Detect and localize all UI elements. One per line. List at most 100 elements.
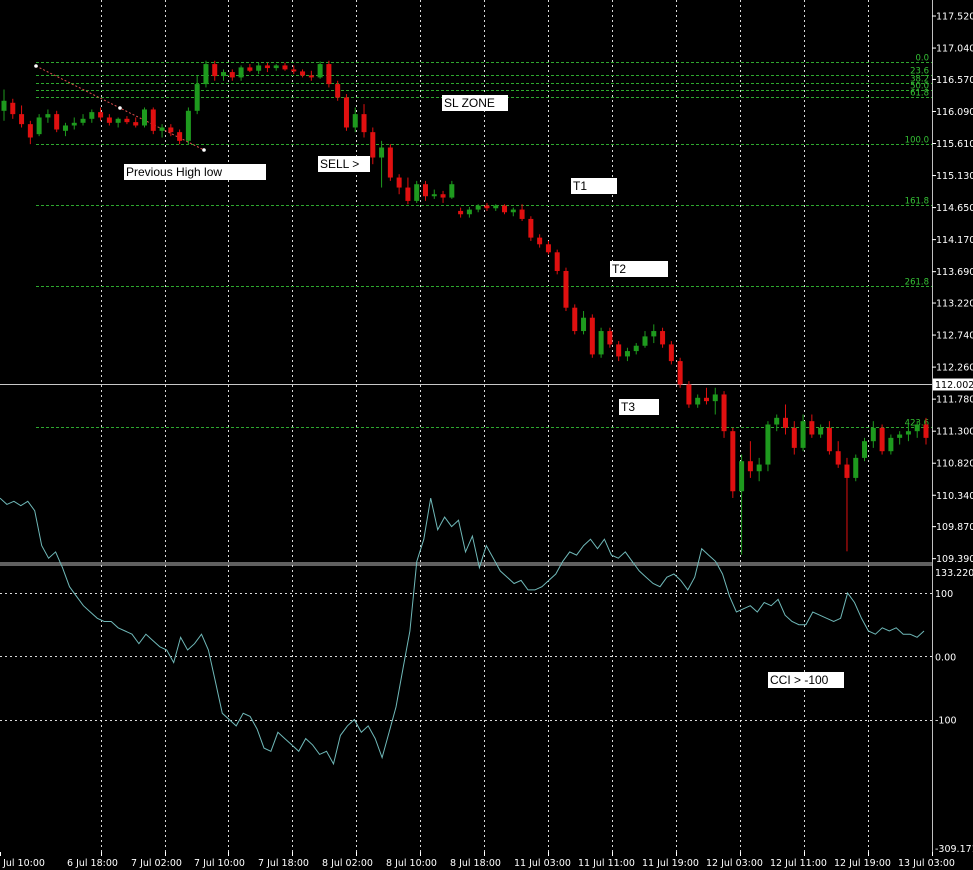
time-axis-label: 7 Jul 18:00: [258, 858, 309, 869]
candle-body: [747, 461, 753, 472]
candle-body: [581, 317, 587, 332]
time-axis-label: 11 Jul 03:00: [514, 858, 571, 869]
current-price-label: 112.002: [935, 380, 973, 391]
candle-body: [221, 72, 227, 77]
candle-body: [36, 117, 42, 135]
candle-body: [554, 252, 560, 271]
candle-body: [853, 457, 859, 478]
candle-body: [572, 307, 578, 332]
candle-body: [739, 461, 745, 492]
price-axis-label: 110.820: [936, 459, 973, 470]
candle-body: [370, 132, 376, 158]
candle-body: [466, 209, 472, 215]
candle-body: [624, 351, 630, 357]
candle-body: [563, 270, 569, 308]
time-axis-label: 8 Jul 02:00: [322, 858, 373, 869]
candle-body: [703, 397, 709, 402]
candle-body: [835, 451, 841, 465]
candle-body: [203, 64, 209, 85]
fibonacci-level-label: 0.0: [915, 54, 929, 64]
price-axis-label: 109.390: [936, 554, 973, 565]
candle: [677, 357, 683, 388]
candle-body: [519, 209, 525, 219]
candle-body: [502, 205, 508, 213]
fibonacci-level-label: 61.8: [910, 89, 929, 99]
candle-body: [677, 361, 683, 385]
candle-body: [695, 397, 701, 405]
candle-body: [300, 71, 306, 76]
time-axis-label: 7 Jul 10:00: [194, 858, 245, 869]
candle-body: [317, 64, 323, 78]
cci-axis-label: 100: [935, 589, 953, 600]
candle-body: [721, 394, 727, 432]
candle-body: [352, 114, 358, 128]
price-axis-label: 114.650: [936, 203, 973, 214]
candle-body: [537, 237, 543, 245]
candle: [686, 381, 692, 408]
time-axis-label: 8 Jul 10:00: [386, 858, 437, 869]
price-axis-label: 113.690: [936, 267, 973, 278]
candle-body: [589, 317, 595, 355]
candle-body: [756, 464, 762, 472]
price-axis-label: 117.040: [936, 44, 973, 55]
price-axis-label: 112.260: [936, 363, 973, 374]
candle-body: [484, 205, 490, 209]
candle-body: [774, 417, 780, 425]
annotation-cci: CCI > -100: [768, 672, 844, 688]
candle-body: [897, 434, 903, 438]
candle: [185, 107, 191, 145]
price-axis-label: 113.220: [936, 299, 973, 310]
time-axis-label: 12 Jul 11:00: [770, 858, 827, 869]
candle-body: [71, 122, 77, 126]
price-axis-label: 114.170: [936, 235, 973, 246]
candle-body: [493, 205, 499, 209]
fibonacci-anchor-point: [34, 64, 38, 68]
candle-body: [642, 336, 648, 346]
candle: [150, 107, 156, 135]
candle-body: [247, 67, 253, 71]
annotation-t3: T3: [619, 399, 659, 415]
price-axis-label: 110.340: [936, 491, 973, 502]
candle: [141, 107, 147, 128]
candle-body: [168, 127, 174, 133]
candle-body: [1, 100, 7, 111]
candle-body: [660, 331, 666, 345]
candle-body: [335, 84, 341, 98]
candle-body: [27, 124, 33, 138]
candlestick-chart: 5 Jul 10:00 6 Jul 18:00 7 Jul 02:00 7 Jul 1…: [0, 0, 973, 870]
cci-axis-label: 133.2209: [935, 568, 973, 579]
candle-body: [133, 122, 139, 126]
candle-body: [229, 72, 235, 78]
candle-body: [89, 112, 95, 119]
candle: [572, 304, 578, 335]
fibonacci-anchor-point: [202, 148, 206, 152]
candle: [598, 327, 604, 358]
candle: [589, 314, 595, 358]
candle-body: [879, 427, 885, 452]
candle-body: [818, 427, 824, 435]
annotation-sell: SELL >: [318, 156, 370, 172]
price-axis-label: 116.570: [936, 75, 973, 86]
candle-body: [765, 424, 771, 465]
time-axis-label: 6 Jul 18:00: [67, 858, 118, 869]
time-axis-label: 11 Jul 19:00: [642, 858, 699, 869]
candle-body: [387, 147, 393, 178]
candle-body: [124, 118, 130, 123]
price-axis-label: 117.520: [936, 12, 973, 23]
candle-body: [905, 431, 911, 435]
candle: [853, 454, 859, 482]
candle: [730, 427, 736, 498]
price-axis-label: 115.610: [936, 139, 973, 150]
candle: [343, 94, 349, 131]
candle-body: [10, 102, 16, 115]
candle: [387, 144, 393, 181]
annotation-t1: T1: [571, 178, 617, 194]
candle: [203, 60, 209, 88]
candle-body: [712, 394, 718, 402]
candle-body: [282, 65, 288, 70]
candle-body: [326, 64, 332, 85]
fibonacci-anchor-point: [118, 106, 122, 110]
candle-body: [422, 184, 428, 197]
candle-body: [510, 209, 516, 213]
candle-body: [791, 427, 797, 448]
